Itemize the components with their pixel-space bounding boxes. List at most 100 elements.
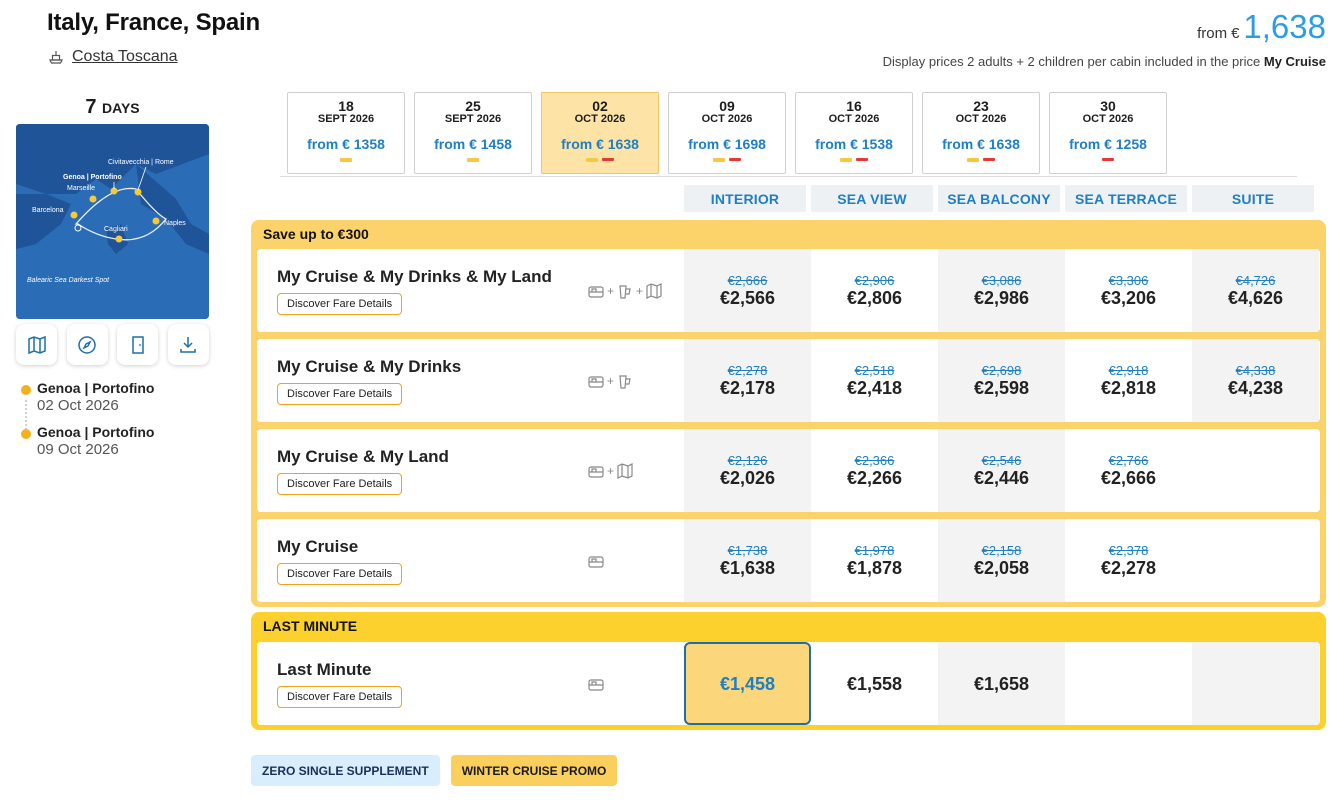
date-price: from € 1538 (815, 136, 893, 152)
fare-group-save: Save up to €300 My Cruise & My Drinks & … (251, 220, 1326, 607)
date-tab-selected[interactable]: 02 OCT 2026 from € 1638 (541, 92, 659, 174)
date-month: OCT 2026 (828, 113, 880, 125)
duration: 7 DAYS (16, 96, 209, 119)
price-cell[interactable]: €2,918 €2,818 (1065, 339, 1192, 422)
price-cell[interactable]: €3,306 €3,206 (1065, 249, 1192, 332)
new-price: €2,806 (846, 287, 903, 308)
price-cell[interactable]: €2,378 €2,278 (1065, 519, 1192, 602)
stop-dot (21, 385, 31, 395)
new-price: €2,446 (973, 467, 1030, 488)
fare-row: My Cruise & My Drinks Discover Fare Deta… (257, 339, 1320, 422)
price-cell[interactable]: €1,738 €1,638 (684, 519, 811, 602)
old-price: €2,766 (1108, 452, 1149, 468)
date-tab[interactable]: 16 OCT 2026 from € 1538 (795, 92, 913, 174)
new-price: €1,458 (719, 673, 776, 694)
price-cell[interactable]: €3,086 €2,986 (938, 249, 1065, 332)
date-tab[interactable]: 18 SEPT 2026 from € 1358 (287, 92, 405, 174)
map-button[interactable] (16, 324, 57, 365)
fare-included-icons (587, 519, 605, 602)
price-cell[interactable]: €1,558 (811, 642, 938, 725)
page-title: Italy, France, Spain (47, 9, 260, 36)
date-badges (415, 158, 531, 162)
date-tab[interactable]: 30 OCT 2026 from € 1258 (1049, 92, 1167, 174)
cabin-icon (588, 555, 604, 568)
map-label-genoa: Genoa | Portofino (63, 174, 122, 181)
date-tab[interactable]: 09 OCT 2026 from € 1698 (668, 92, 786, 174)
date-badges (923, 158, 1039, 162)
price-cell[interactable]: €2,126 €2,026 (684, 429, 811, 512)
promo-tag-winter-cruise[interactable]: WINTER CRUISE PROMO (450, 755, 618, 786)
fare-group-title: LAST MINUTE (263, 617, 358, 634)
price-cell[interactable]: €2,666 €2,566 (684, 249, 811, 332)
map-label-naples: Naples (164, 220, 186, 227)
old-price: €2,126 (727, 452, 768, 468)
price-cell-empty (1065, 642, 1192, 725)
price-cells: €1,458 €1,558 €1,658 (684, 642, 1319, 725)
promo-badge-yellow (967, 158, 979, 162)
price-cell[interactable]: €2,766 €2,666 (1065, 429, 1192, 512)
price-cell[interactable]: €4,726 €4,626 (1192, 249, 1319, 332)
stop-port: Genoa | Portofino (37, 424, 155, 440)
cabin-header-sea-balcony: SEA BALCONY (938, 185, 1060, 212)
cabin-icon (588, 375, 604, 388)
map-label-balearic: Balearic Sea Darkest Spot (27, 277, 110, 284)
date-day: 18 (338, 98, 354, 114)
map-label-barcelona: Barcelona (32, 207, 64, 214)
price-cell[interactable]: €2,278 €2,178 (684, 339, 811, 422)
promo-tag-zero-single-supplement[interactable]: ZERO SINGLE SUPPLEMENT (251, 755, 440, 786)
date-tab[interactable]: 23 OCT 2026 from € 1638 (922, 92, 1040, 174)
discover-fare-details-button[interactable]: Discover Fare Details (277, 686, 403, 708)
old-price: €3,086 (981, 272, 1022, 288)
promo-tags: ZERO SINGLE SUPPLEMENT WINTER CRUISE PRO… (251, 755, 618, 786)
price-cell-empty (1192, 519, 1319, 602)
promo-badge-yellow (467, 158, 479, 162)
drinks-icon (619, 284, 631, 299)
price-cell-selected[interactable]: €1,458 (684, 642, 811, 725)
date-tab[interactable]: 25 SEPT 2026 from € 1458 (414, 92, 532, 174)
compass-icon (78, 335, 96, 354)
old-price: €2,378 (1108, 542, 1149, 558)
download-icon (180, 336, 197, 353)
fare-row: My Cruise & My Land Discover Fare Detail… (257, 429, 1320, 512)
price-cell[interactable]: €4,338 €4,238 (1192, 339, 1319, 422)
price-cell[interactable]: €2,158 €2,058 (938, 519, 1065, 602)
price-cell[interactable]: €2,546 €2,446 (938, 429, 1065, 512)
date-day: 16 (846, 98, 862, 114)
new-price: €4,626 (1227, 287, 1284, 308)
price-cell[interactable]: €2,906 €2,806 (811, 249, 938, 332)
door-button[interactable] (117, 324, 159, 365)
price-cell[interactable]: €2,366 €2,266 (811, 429, 938, 512)
new-price: €2,818 (1100, 377, 1157, 398)
cabin-icon (588, 465, 604, 478)
discover-fare-details-button[interactable]: Discover Fare Details (277, 383, 403, 405)
fare-name: My Cruise (277, 537, 359, 556)
ship-link[interactable]: Costa Toscana (48, 48, 178, 66)
new-price: €1,658 (973, 673, 1030, 694)
old-price: €2,518 (854, 362, 895, 378)
discover-fare-details-button[interactable]: Discover Fare Details (277, 293, 403, 315)
old-price: €2,546 (981, 452, 1022, 468)
promo-badge-red (729, 158, 741, 161)
stop-date: 02 Oct 2026 (37, 397, 119, 414)
display-note-prefix: Display prices 2 adults + 2 children per… (882, 54, 1261, 69)
itinerary-map[interactable]: Civitavecchia | Rome Genoa | Portofino M… (16, 124, 209, 319)
promo-badge-yellow (713, 158, 725, 162)
price-cell[interactable]: €2,698 €2,598 (938, 339, 1065, 422)
date-badges (1050, 158, 1166, 161)
price-cell[interactable]: €1,658 (938, 642, 1065, 725)
download-button[interactable] (167, 324, 209, 365)
discover-fare-details-button[interactable]: Discover Fare Details (277, 473, 403, 495)
date-month: SEPT 2026 (317, 113, 375, 125)
ship-name[interactable]: Costa Toscana (72, 48, 178, 66)
fare-group-last-minute: LAST MINUTE Last Minute Discover Fare De… (251, 612, 1326, 730)
discover-fare-details-button[interactable]: Discover Fare Details (277, 563, 403, 585)
compass-button[interactable] (66, 324, 108, 365)
promo-badge-yellow (586, 158, 598, 162)
new-price: €1,558 (846, 673, 903, 694)
price-cell[interactable]: €2,518 €2,418 (811, 339, 938, 422)
currency-symbol: € (1231, 25, 1240, 42)
date-price: from € 1638 (561, 136, 639, 152)
promo-badge-red (602, 158, 614, 161)
price-cell[interactable]: €1,978 €1,878 (811, 519, 938, 602)
map-label-civitavecchia: Civitavecchia | Rome (108, 159, 174, 166)
